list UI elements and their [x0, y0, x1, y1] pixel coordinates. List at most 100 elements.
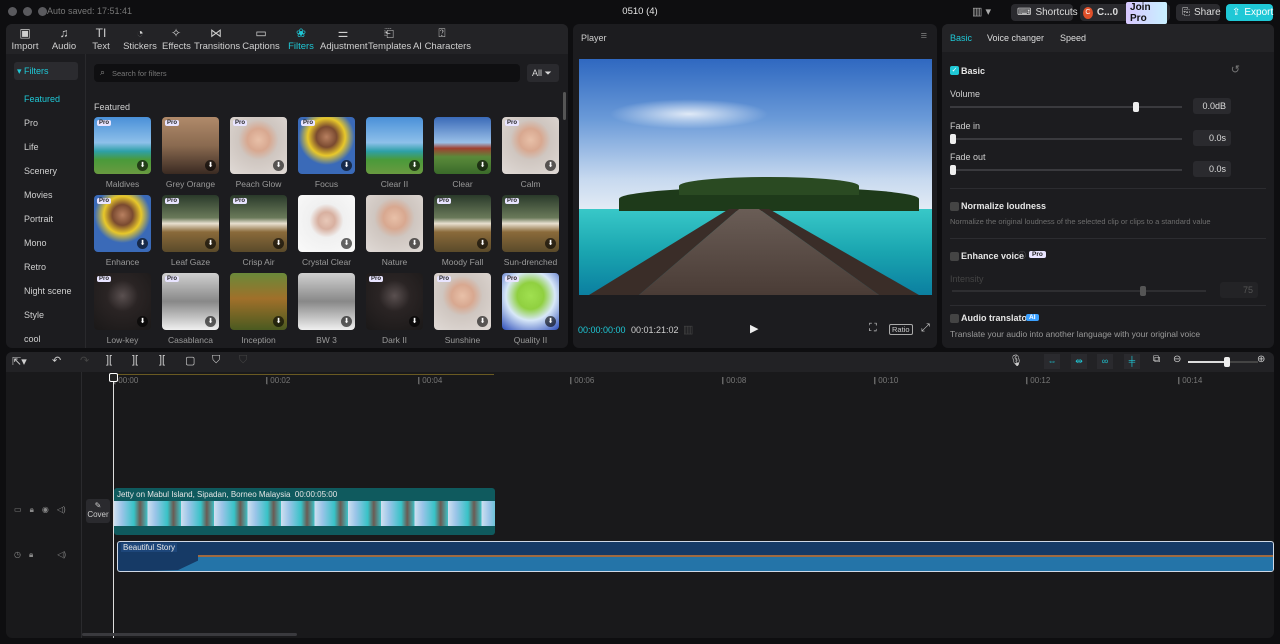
download-icon[interactable]: ⬇ [273, 160, 284, 171]
download-icon[interactable]: ⬇ [137, 238, 148, 249]
shortcuts-button[interactable]: ⌨ Shortcuts [1011, 4, 1078, 21]
play-button[interactable]: ▶ [750, 322, 758, 335]
account-button[interactable]: C C...0 Join Pro [1080, 1, 1170, 24]
filter-tile-nature[interactable]: ⬇ [366, 195, 423, 252]
filter-tile-low-key[interactable]: Pro ⬇ [94, 273, 151, 330]
tool-text[interactable]: TI Text [90, 24, 112, 54]
filter-tile-sun-drenched[interactable]: Pro ⬇ [502, 195, 559, 252]
close-window-button[interactable] [8, 7, 17, 16]
tool-filters[interactable]: ❀ Filters [286, 24, 316, 54]
playhead-handle[interactable] [109, 373, 118, 382]
download-icon[interactable]: ⬇ [137, 316, 148, 327]
zoom-in-icon[interactable]: ⊕ [1257, 354, 1265, 365]
filter-tile-clear-ii[interactable]: ⬇ [366, 117, 423, 174]
fade-out-handle[interactable] [950, 165, 956, 175]
download-icon[interactable]: ⬇ [205, 316, 216, 327]
video-preview[interactable] [579, 59, 932, 295]
volume-slider-handle[interactable] [1132, 102, 1139, 112]
download-icon[interactable]: ⬇ [545, 238, 556, 249]
filter-tile-calm[interactable]: Pro ⬇ [502, 117, 559, 174]
fade-in-slider[interactable] [950, 134, 1182, 144]
cover-button[interactable]: ✎ Cover [86, 499, 110, 523]
filter-tile-clear[interactable]: ⬇ [434, 117, 491, 174]
preview-icon[interactable]: ⧉ [1153, 354, 1160, 365]
volume-icon[interactable]: ◁) [57, 505, 66, 517]
download-icon[interactable]: ⬇ [205, 238, 216, 249]
reset-icon[interactable]: ↺ [1231, 63, 1240, 76]
download-icon[interactable]: ⬇ [477, 160, 488, 171]
timeline-zoom-handle[interactable] [1223, 357, 1230, 367]
download-icon[interactable]: ⬇ [341, 238, 352, 249]
share-button[interactable]: ⎘ Share [1176, 4, 1221, 21]
category-scenery[interactable]: Scenery [24, 166, 57, 176]
magnet-snap-icon[interactable]: ⇹ [1071, 354, 1087, 369]
split-icon[interactable]: ][ [106, 354, 112, 366]
split-right-icon[interactable]: ][ [159, 354, 165, 366]
ratio-button[interactable]: Ratio [889, 324, 913, 335]
basic-checkbox[interactable]: ✓ [950, 66, 959, 75]
normalize-checkbox[interactable] [950, 202, 959, 211]
tool-import[interactable]: ▣ Import [10, 24, 40, 54]
audio-clip[interactable]: Beautiful Story [117, 541, 1274, 572]
category-retro[interactable]: Retro [24, 262, 46, 272]
tool-transitions[interactable]: ⋈ Transitions [194, 24, 240, 54]
eye-icon[interactable]: ◉ [42, 505, 49, 517]
filter-tile-casablanca[interactable]: Pro ⬇ [162, 273, 219, 330]
download-icon[interactable]: ⬇ [273, 316, 284, 327]
maximize-window-button[interactable] [38, 7, 47, 16]
tab-speed[interactable]: Speed [1060, 33, 1086, 43]
fade-in-handle[interactable] [950, 134, 956, 144]
volume-value[interactable]: 0.0dB [1193, 98, 1231, 114]
filter-tile-bw-3[interactable]: ⬇ [298, 273, 355, 330]
filter-tile-maldives[interactable]: Pro ⬇ [94, 117, 151, 174]
category-movies[interactable]: Movies [24, 190, 53, 200]
scrollbar[interactable] [563, 92, 566, 120]
zoom-fit-icon[interactable]: ⛶ [869, 322, 877, 335]
category-pro[interactable]: Pro [24, 118, 38, 128]
fullscreen-icon[interactable]: ⤢ [921, 322, 930, 335]
download-icon[interactable]: ⬇ [409, 316, 420, 327]
select-tool-icon[interactable]: ⇱▾ [12, 355, 27, 368]
download-icon[interactable]: ⬇ [273, 238, 284, 249]
filter-tile-dark-ii[interactable]: Pro ⬇ [366, 273, 423, 330]
download-icon[interactable]: ⬇ [137, 160, 148, 171]
fade-out-slider[interactable] [950, 165, 1182, 175]
intensity-value[interactable]: 75 [1220, 282, 1258, 298]
download-icon[interactable]: ⬇ [409, 238, 420, 249]
video-clip[interactable]: Jetty on Mabul Island, Sipadan, Borneo M… [114, 488, 495, 535]
intensity-slider[interactable] [952, 286, 1206, 296]
linkage-icon[interactable]: ∞ [1097, 354, 1113, 369]
filter-tile-quality-ii[interactable]: Pro ⬇ [502, 273, 559, 330]
tool-adjustment[interactable]: ⚌ Adjustment [320, 24, 368, 54]
redo-icon[interactable]: ↷ [80, 354, 89, 367]
audio-translator-checkbox[interactable] [950, 314, 959, 323]
fade-out-value[interactable]: 0.0s [1193, 161, 1231, 177]
intensity-handle[interactable] [1139, 286, 1146, 296]
download-icon[interactable]: ⬇ [341, 316, 352, 327]
playhead[interactable] [113, 374, 114, 638]
tool-audio[interactable]: ♫ Audio [50, 24, 78, 54]
link-main-track-icon[interactable]: ⇔ [1044, 354, 1060, 369]
export-button[interactable]: ⇪ Export [1226, 4, 1273, 21]
download-icon[interactable]: ⬇ [205, 160, 216, 171]
mark-icon[interactable]: ⛉ [212, 354, 220, 367]
lock-icon[interactable]: 🔒︎ [30, 505, 34, 517]
download-icon[interactable]: ⬇ [477, 238, 488, 249]
volume-slider[interactable] [950, 102, 1182, 112]
download-icon[interactable]: ⬇ [545, 316, 556, 327]
filter-tile-inception[interactable]: ⬇ [230, 273, 287, 330]
preview-axis-icon[interactable]: ╪ [1124, 354, 1140, 369]
info-icon[interactable]: ⓘ [1018, 250, 1026, 261]
split-left-icon[interactable]: ][ [132, 354, 138, 366]
filters-section-header[interactable]: ▾ Filters [14, 62, 78, 80]
zoom-out-icon[interactable]: ⊖ [1173, 354, 1181, 365]
filter-tile-sunshine[interactable]: Pro ⬇ [434, 273, 491, 330]
tool-stickers[interactable]: ◔ Stickers [122, 24, 158, 54]
filter-tile-leaf-gaze[interactable]: Pro ⬇ [162, 195, 219, 252]
tool-ai-characters[interactable]: ⍰ AI Characters [412, 24, 472, 54]
category-style[interactable]: Style [24, 310, 44, 320]
undo-icon[interactable]: ↶ [52, 354, 61, 367]
tool-captions[interactable]: ▭ Captions [242, 24, 280, 54]
lock-icon[interactable]: 🔒︎ [29, 550, 33, 562]
volume-icon[interactable]: ◁) [57, 550, 66, 562]
